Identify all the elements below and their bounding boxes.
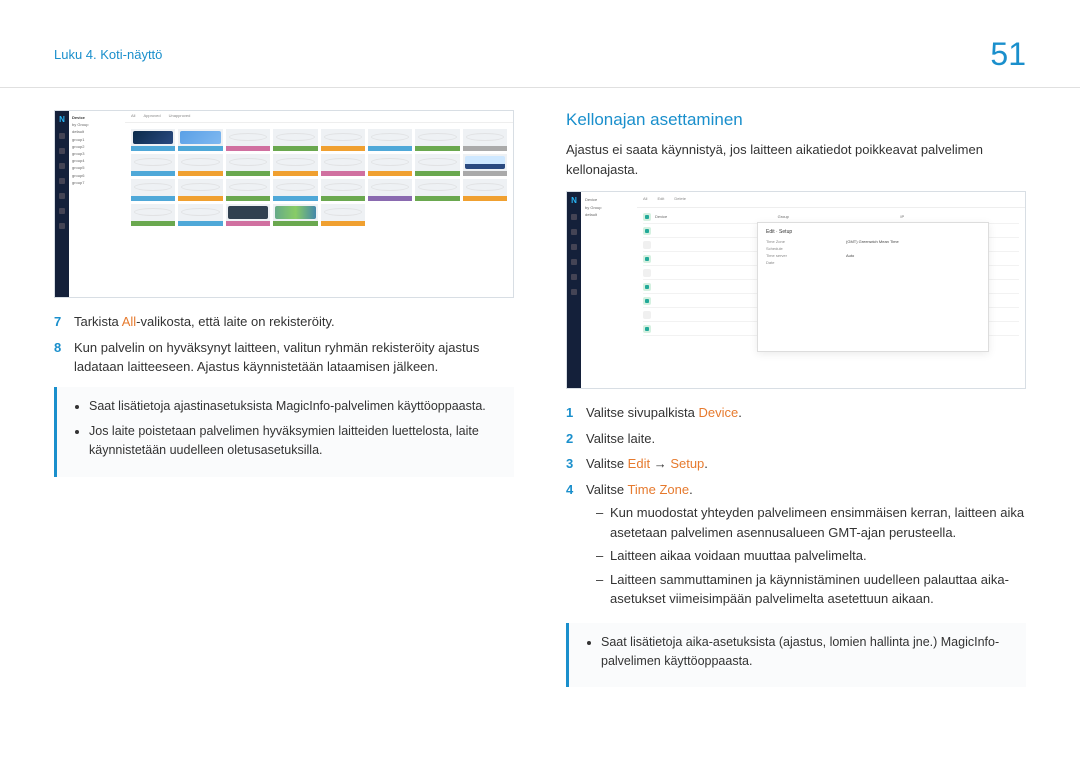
step-number: 2 — [566, 429, 576, 449]
screenshot-device-grid: N Device by Group default group1 group2 … — [54, 110, 514, 298]
step-number: 3 — [566, 454, 576, 474]
note-item: Saat lisätietoja aika-asetuksista (ajast… — [601, 633, 1010, 672]
step-text: Valitse Edit → Setup. — [586, 454, 708, 474]
device-tree: Device by Group default — [581, 192, 637, 388]
step-text: Valitse sivupalkista Device. — [586, 403, 742, 423]
device-grid: AllApprovedUnapproved — [125, 111, 513, 297]
tree-item: group6 — [72, 172, 122, 179]
step-text: Kun palvelin on hyväksynyt laitteen, val… — [74, 338, 514, 377]
grid-toolbar: AllApprovedUnapproved — [125, 111, 513, 123]
tree-item: group5 — [72, 164, 122, 171]
tree-item: group1 — [72, 136, 122, 143]
nav-icon — [571, 274, 577, 280]
nav-icon — [59, 178, 65, 184]
nav-icon — [59, 133, 65, 139]
page-number: 51 — [990, 36, 1026, 73]
tree-item: by Group — [72, 121, 122, 128]
sub-bullets: Kun muodostat yhteyden palvelimeen ensim… — [586, 503, 1026, 609]
note-box-right: Saat lisätietoja aika-asetuksista (ajast… — [566, 623, 1026, 688]
tree-item: default — [72, 128, 122, 135]
step-2: 2 Valitse laite. — [566, 429, 1026, 449]
arrow-icon: → — [650, 456, 670, 471]
step-text: Tarkista All-valikosta, että laite on re… — [74, 312, 335, 332]
sub-item: Kun muodostat yhteyden palvelimeen ensim… — [596, 503, 1026, 542]
lead-text: Ajastus ei saata käynnistyä, jos laittee… — [566, 140, 1026, 179]
nav-icon — [571, 229, 577, 235]
step-number: 8 — [54, 338, 64, 377]
nav-icon — [571, 289, 577, 295]
highlight-edit: Edit — [628, 456, 650, 471]
step-text: Valitse Time Zone. Kun muodostat yhteyde… — [586, 480, 1026, 613]
nav-icon — [59, 148, 65, 154]
device-table-area: AllEditDelete DeviceGroupIP Edit · Setup… — [637, 192, 1025, 388]
tree-item: group2 — [72, 143, 122, 150]
step-number: 1 — [566, 403, 576, 423]
sub-item: Laitteen sammuttaminen ja käynnistäminen… — [596, 570, 1026, 609]
highlight-setup: Setup — [670, 456, 704, 471]
tree-item: group4 — [72, 157, 122, 164]
step-3: 3 Valitse Edit → Setup. — [566, 454, 1026, 474]
tree-item: group7 — [72, 179, 122, 186]
right-column: Kellonajan asettaminen Ajastus ei saata … — [566, 110, 1026, 687]
tree-item: default — [585, 211, 633, 219]
highlight-timezone: Time Zone — [627, 482, 689, 497]
screenshot-device-setup: N Device by Group default AllEditDelete … — [566, 191, 1026, 389]
nav-icon — [59, 193, 65, 199]
step-text: Valitse laite. — [586, 429, 655, 449]
step-4: 4 Valitse Time Zone. Kun muodostat yhtey… — [566, 480, 1026, 613]
tree-title: Device — [72, 114, 122, 121]
nav-icon — [571, 214, 577, 220]
nav-icon — [59, 208, 65, 214]
section-title: Kellonajan asettaminen — [566, 110, 1026, 130]
tree-item: by Group — [585, 204, 633, 212]
note-box-left: Saat lisätietoja ajastinasetuksista Magi… — [54, 387, 514, 477]
step-7: 7 Tarkista All-valikosta, että laite on … — [54, 312, 514, 332]
nav-icon — [571, 259, 577, 265]
highlight-device: Device — [698, 405, 738, 420]
step-1: 1 Valitse sivupalkista Device. — [566, 403, 1026, 423]
steps-list-right: 1 Valitse sivupalkista Device. 2 Valitse… — [566, 403, 1026, 613]
logo-icon: N — [571, 196, 577, 205]
steps-list-left: 7 Tarkista All-valikosta, että laite on … — [54, 312, 514, 377]
page-header: Luku 4. Koti-näyttö 51 — [0, 0, 1080, 88]
setup-dialog: Edit · Setup Time Zone(GMT) Greenwich Me… — [757, 222, 989, 352]
left-column: N Device by Group default group1 group2 … — [54, 110, 514, 687]
step-number: 7 — [54, 312, 64, 332]
highlight-all: All — [122, 314, 136, 329]
dialog-title: Edit · Setup — [766, 229, 980, 235]
app-sidebar: N — [567, 192, 581, 388]
nav-icon — [59, 223, 65, 229]
device-tabs: AllEditDelete — [637, 192, 1025, 208]
logo-icon: N — [59, 115, 65, 124]
step-number: 4 — [566, 480, 576, 613]
tree-item: group3 — [72, 150, 122, 157]
app-sidebar: N — [55, 111, 69, 297]
step-8: 8 Kun palvelin on hyväksynyt laitteen, v… — [54, 338, 514, 377]
sub-item: Laitteen aikaa voidaan muuttaa palvelime… — [596, 546, 1026, 566]
nav-icon — [59, 163, 65, 169]
note-item: Jos laite poistetaan palvelimen hyväksym… — [89, 422, 498, 461]
nav-icon — [571, 244, 577, 250]
note-item: Saat lisätietoja ajastinasetuksista Magi… — [89, 397, 498, 416]
device-tree: Device by Group default group1 group2 gr… — [69, 111, 125, 297]
breadcrumb: Luku 4. Koti-näyttö — [54, 47, 162, 62]
tree-title: Device — [585, 196, 633, 204]
